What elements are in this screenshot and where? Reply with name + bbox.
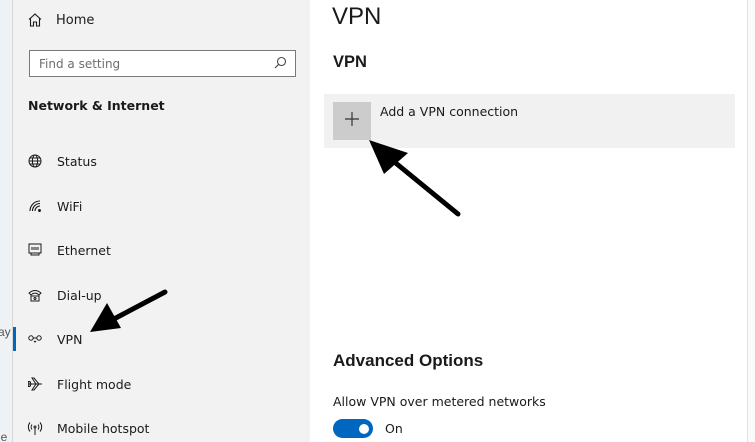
settings-sidebar: Home Network & Internet Status [13,0,310,442]
search-icon[interactable] [274,54,287,73]
metered-networks-toggle[interactable] [333,419,373,438]
add-vpn-label: Add a VPN connection [380,104,519,119]
sidebar-item-ethernet[interactable]: Ethernet [13,230,310,270]
sidebar-item-mobile-hotspot[interactable]: Mobile hotspot [13,408,310,442]
sidebar-item-label: Status [57,153,97,169]
wifi-icon [27,198,43,214]
home-icon [27,12,43,28]
desktop-text-fragment: le [0,430,8,442]
vpn-section-title: VPN [333,53,367,71]
dialup-icon [27,287,43,303]
sidebar-item-wifi[interactable]: WiFi [13,186,310,226]
sidebar-item-vpn[interactable]: VPN [13,319,310,359]
advanced-options-title: Advanced Options [333,351,484,370]
globe-icon [27,153,43,169]
search-box[interactable] [29,50,296,77]
toggle-state-label: On [385,421,403,436]
scrollbar-track[interactable] [747,0,755,442]
sidebar-item-status[interactable]: Status [13,141,310,181]
airplane-icon [27,376,43,392]
sidebar-item-label: Ethernet [57,242,111,258]
page-title: VPN [332,3,382,30]
sidebar-item-label: WiFi [57,198,83,214]
metered-networks-label: Allow VPN over metered networks [333,394,546,409]
sidebar-item-dialup[interactable]: Dial-up [13,275,310,315]
sidebar-item-label: VPN [57,331,83,347]
home-nav-item[interactable]: Home [27,8,94,32]
sidebar-item-label: Mobile hotspot [57,420,150,436]
sidebar-section-title: Network & Internet [28,98,165,113]
search-input[interactable] [39,56,259,71]
metered-networks-toggle-row: On [333,419,403,438]
home-label: Home [56,12,95,28]
add-vpn-connection-button[interactable]: Add a VPN connection [324,94,735,148]
hotspot-icon [27,420,43,436]
vpn-icon [27,331,43,347]
ethernet-icon [27,242,43,258]
toggle-knob [359,423,369,434]
sidebar-item-flight-mode[interactable]: Flight mode [13,364,310,404]
add-vpn-tile[interactable] [333,102,371,140]
sidebar-item-label: Flight mode [57,376,132,392]
vpn-settings-page: VPN VPN Add a VPN connection Advanced Op… [310,0,755,442]
sidebar-item-label: Dial-up [57,287,102,303]
desktop-edge: ay le [0,0,13,442]
plus-icon [344,111,360,131]
desktop-text-fragment: ay [0,325,11,339]
